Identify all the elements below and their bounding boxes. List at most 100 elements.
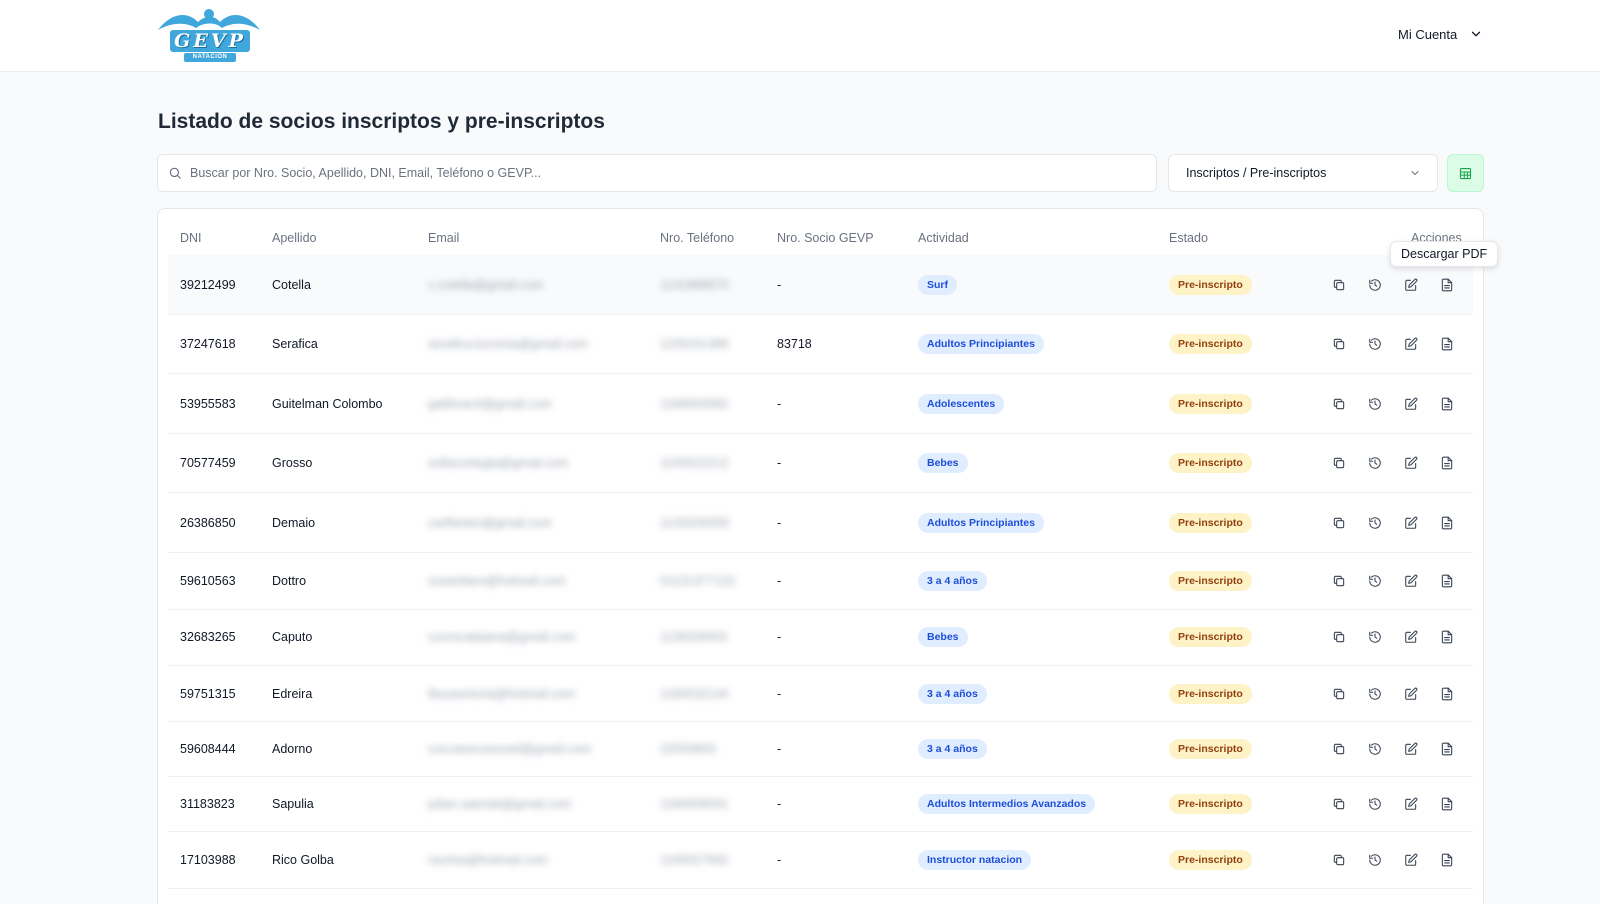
- row-actions: [1326, 609, 1470, 665]
- cell-email-text: serafica.lucresia@gmail.com: [428, 336, 588, 351]
- download-pdf-button[interactable]: [1434, 272, 1460, 298]
- logo-subtext: NATACIÓN: [184, 53, 236, 62]
- cell-socio-text: -: [777, 852, 782, 867]
- cell-apellido-text: Edreira: [272, 686, 313, 701]
- cell-dni: 59751315: [180, 666, 236, 721]
- edit-icon: [1405, 687, 1418, 700]
- edit-icon: [1405, 742, 1418, 755]
- edit-button[interactable]: [1398, 510, 1424, 536]
- cell-telefono: 1165027842: [660, 831, 729, 888]
- export-excel-button[interactable]: [1447, 154, 1484, 192]
- cell-telefono: 1133328359: [660, 493, 729, 552]
- download-pdf-button[interactable]: [1434, 681, 1460, 707]
- edit-button[interactable]: [1398, 450, 1424, 476]
- account-menu[interactable]: Mi Cuenta: [1398, 24, 1483, 44]
- history-button[interactable]: [1362, 272, 1388, 298]
- history-icon: [1369, 631, 1381, 643]
- cell-telefono: 22555803: [660, 722, 716, 776]
- download-pdf-button[interactable]: [1434, 624, 1460, 650]
- cell-socio-text: -: [777, 573, 782, 588]
- table-row: 59608444 Adorno coccasocoosroel@gmail.com 2…: [168, 722, 1473, 777]
- history-button[interactable]: [1362, 624, 1388, 650]
- cell-estado: Pre-inscripto: [1169, 831, 1252, 888]
- edit-button[interactable]: [1398, 568, 1424, 594]
- download-pdf-button[interactable]: [1434, 331, 1460, 357]
- copy-button[interactable]: [1326, 510, 1352, 536]
- column-header-telefono: Nro. Teléfono: [660, 231, 735, 245]
- gevp-logo[interactable]: GEVP NATACIÓN: [156, 8, 262, 62]
- activity-badge: Surf: [918, 274, 957, 295]
- search-box[interactable]: [157, 154, 1157, 192]
- row-actions: [1326, 776, 1470, 831]
- history-button[interactable]: [1362, 331, 1388, 357]
- cell-dni-text: 70577459: [180, 455, 236, 470]
- status-filter-select[interactable]: Inscriptos / Pre-inscriptos: [1168, 154, 1438, 192]
- copy-button[interactable]: [1326, 331, 1352, 357]
- row-actions: [1326, 433, 1470, 492]
- download-pdf-button[interactable]: [1434, 391, 1460, 417]
- copy-button[interactable]: [1326, 624, 1352, 650]
- cell-email: carlfantes@gmail.com: [428, 493, 552, 552]
- download-pdf-button[interactable]: [1434, 450, 1460, 476]
- cell-estado: Pre-inscripto: [1169, 776, 1252, 831]
- edit-button[interactable]: [1398, 272, 1424, 298]
- cell-email-text: raurtoa@hotmail.com: [428, 852, 548, 867]
- file-icon: [1441, 797, 1453, 810]
- edit-button[interactable]: [1398, 331, 1424, 357]
- history-button[interactable]: [1362, 847, 1388, 873]
- download-pdf-button[interactable]: [1434, 791, 1460, 817]
- copy-button[interactable]: [1326, 791, 1352, 817]
- table-row: 59751315 Edreira illuusentoria@hotmail.com…: [168, 666, 1473, 722]
- history-button[interactable]: [1362, 791, 1388, 817]
- download-pdf-button[interactable]: [1434, 847, 1460, 873]
- cell-apellido: Adorno: [272, 722, 312, 776]
- status-filter-value: Inscriptos / Pre-inscriptos: [1186, 166, 1327, 180]
- download-pdf-button[interactable]: [1434, 510, 1460, 536]
- cell-email-text: sofiacortegla@gmail.com: [428, 455, 569, 470]
- history-button[interactable]: [1362, 510, 1388, 536]
- cell-email-text: susanitaro@hotmail.com: [428, 573, 566, 588]
- cell-socio: -: [777, 433, 781, 492]
- copy-icon: [1333, 798, 1345, 809]
- history-button[interactable]: [1362, 681, 1388, 707]
- copy-button[interactable]: [1326, 736, 1352, 762]
- copy-button[interactable]: [1326, 568, 1352, 594]
- download-pdf-button[interactable]: [1434, 736, 1460, 762]
- copy-button[interactable]: [1326, 681, 1352, 707]
- copy-icon: [1333, 517, 1345, 528]
- download-pdf-button[interactable]: [1434, 568, 1460, 594]
- cell-email: cucrocataiana@gmail.com: [428, 609, 575, 665]
- copy-button[interactable]: [1326, 450, 1352, 476]
- cell-dni-text: 31183823: [180, 796, 235, 811]
- download-pdf-tooltip: Descargar PDF: [1390, 241, 1499, 267]
- cell-socio: -: [777, 776, 781, 831]
- history-button[interactable]: [1362, 450, 1388, 476]
- activity-badge: 3 a 4 años: [918, 570, 987, 591]
- edit-button[interactable]: [1398, 391, 1424, 417]
- history-button[interactable]: [1362, 736, 1388, 762]
- cell-socio-text: -: [777, 686, 782, 701]
- history-button[interactable]: [1362, 568, 1388, 594]
- edit-icon: [1405, 797, 1418, 810]
- cell-telefono: 01131377122: [660, 552, 736, 609]
- edit-button[interactable]: [1398, 847, 1424, 873]
- edit-button[interactable]: [1398, 736, 1424, 762]
- cell-actividad: 3 a 4 años: [918, 666, 987, 721]
- search-input[interactable]: [190, 166, 1130, 180]
- history-button[interactable]: [1362, 391, 1388, 417]
- edit-button[interactable]: [1398, 681, 1424, 707]
- copy-button[interactable]: [1326, 272, 1352, 298]
- edit-button[interactable]: [1398, 791, 1424, 817]
- table-row: 17103988 Rico Golba raurtoa@hotmail.com 116…: [168, 831, 1473, 889]
- activity-badge: Adolescentes: [918, 393, 1005, 414]
- cell-estado: Pre-inscripto: [1169, 666, 1252, 721]
- cell-email-text: c.cotella@gmail.com: [428, 277, 544, 292]
- cell-socio: -: [777, 493, 781, 552]
- cell-dni-text: 17103988: [180, 852, 236, 867]
- edit-button[interactable]: [1398, 624, 1424, 650]
- copy-button[interactable]: [1326, 847, 1352, 873]
- cell-email: illuusentoria@hotmail.com: [428, 666, 575, 721]
- spreadsheet-icon: [1459, 167, 1472, 179]
- status-badge: Pre-inscripto: [1169, 627, 1252, 647]
- copy-button[interactable]: [1326, 391, 1352, 417]
